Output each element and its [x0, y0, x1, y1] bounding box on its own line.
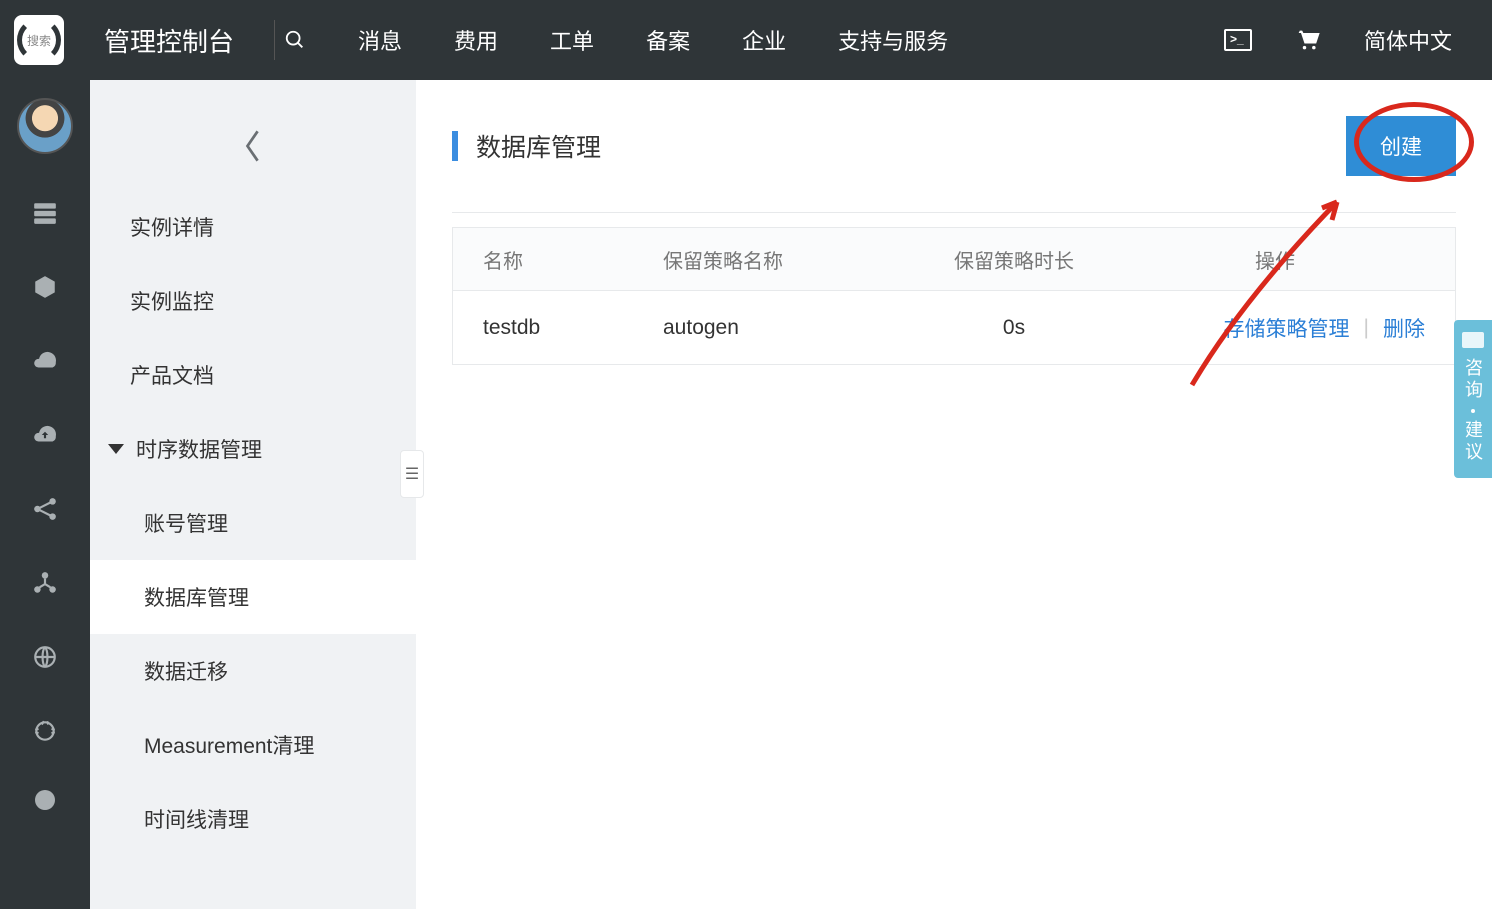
language-selector[interactable]: 简体中文	[1364, 24, 1452, 56]
nav-billing[interactable]: 费用	[454, 24, 498, 56]
page-title: 数据库管理	[476, 128, 601, 164]
submenu-account[interactable]: 账号管理	[90, 486, 416, 560]
console-label[interactable]: 管理控制台	[104, 22, 274, 59]
cell-policy: autogen	[663, 316, 903, 340]
submenu-database[interactable]: 数据库管理	[90, 560, 416, 634]
create-button[interactable]: 创建	[1346, 116, 1456, 176]
delete-link[interactable]: 删除	[1383, 313, 1425, 343]
menu-sidebar: 实例详情 实例监控 产品文档 时序数据管理 账号管理 数据库管理 数据迁移 Me…	[90, 80, 416, 909]
logo-text: 搜索	[27, 32, 51, 49]
ops-divider: |	[1364, 316, 1369, 340]
cart-icon[interactable]	[1294, 26, 1322, 54]
feedback-tab[interactable]: 咨询 建议	[1454, 320, 1492, 478]
th-policy-duration: 保留策略时长	[903, 245, 1125, 274]
nav-message[interactable]: 消息	[358, 24, 402, 56]
header-right: 简体中文	[1224, 24, 1452, 56]
database-table: 名称 保留策略名称 保留策略时长 操作 testdb autogen 0s 存储…	[452, 227, 1456, 365]
menu-tsdm-label: 时序数据管理	[136, 434, 262, 464]
page-title-wrap: 数据库管理	[452, 128, 601, 164]
chevron-down-icon	[108, 444, 124, 454]
terminal-icon[interactable]	[1224, 29, 1252, 51]
th-policy-name: 保留策略名称	[663, 245, 903, 274]
divider	[452, 212, 1456, 213]
nav-enterprise[interactable]: 企业	[742, 24, 786, 56]
cell-name: testdb	[483, 316, 663, 340]
nav-filing[interactable]: 备案	[646, 24, 690, 56]
cube-icon[interactable]	[30, 272, 60, 302]
nav-ticket[interactable]: 工单	[550, 24, 594, 56]
feedback-line2: 建议	[1460, 420, 1486, 464]
cell-ops: 存储策略管理 | 删除	[1125, 313, 1425, 343]
th-ops-label: 操作	[1255, 245, 1295, 274]
search-icon[interactable]	[274, 20, 314, 60]
top-header: 搜索 管理控制台 消息 费用 工单 备案 企业 支持与服务 简体中文	[0, 0, 1492, 80]
cloud-icon[interactable]	[30, 346, 60, 376]
table-header: 名称 保留策略名称 保留策略时长 操作	[453, 228, 1455, 290]
cloud-upload-icon[interactable]	[30, 420, 60, 450]
feedback-icon	[1462, 332, 1484, 348]
cell-duration: 0s	[903, 316, 1125, 340]
back-button[interactable]	[90, 116, 416, 176]
gear-alt-icon[interactable]	[30, 716, 60, 746]
menu-instance-detail[interactable]: 实例详情	[90, 190, 416, 264]
page-head: 数据库管理 创建	[452, 116, 1456, 212]
feedback-dot	[1471, 409, 1475, 413]
feedback-line1: 咨询	[1460, 358, 1486, 402]
nav-support[interactable]: 支持与服务	[838, 24, 948, 56]
avatar[interactable]	[17, 98, 73, 154]
main-content: 数据库管理 创建 名称 保留策略名称 保留策略时长 操作 testdb auto…	[416, 80, 1492, 909]
submenu-migration[interactable]: 数据迁移	[90, 634, 416, 708]
menu-docs[interactable]: 产品文档	[90, 338, 416, 412]
network-icon[interactable]	[30, 494, 60, 524]
menu-tsdm[interactable]: 时序数据管理	[90, 412, 416, 486]
submenu-timeline-clean[interactable]: 时间线清理	[90, 782, 416, 856]
nodes-icon[interactable]	[30, 568, 60, 598]
server-icon[interactable]	[30, 198, 60, 228]
th-name: 名称	[483, 245, 663, 274]
top-nav: 消息 费用 工单 备案 企业 支持与服务	[358, 24, 1224, 56]
globe-icon[interactable]	[30, 642, 60, 672]
icon-sidebar	[0, 80, 90, 909]
table-row: testdb autogen 0s 存储策略管理 | 删除	[453, 290, 1455, 364]
more-icon[interactable]	[35, 790, 55, 810]
storage-policy-link[interactable]: 存储策略管理	[1224, 313, 1350, 343]
submenu-measurement-clean[interactable]: Measurement清理	[90, 708, 416, 782]
menu-instance-monitor[interactable]: 实例监控	[90, 264, 416, 338]
th-ops: 操作	[1125, 245, 1425, 274]
brand-logo[interactable]: 搜索	[14, 15, 64, 65]
